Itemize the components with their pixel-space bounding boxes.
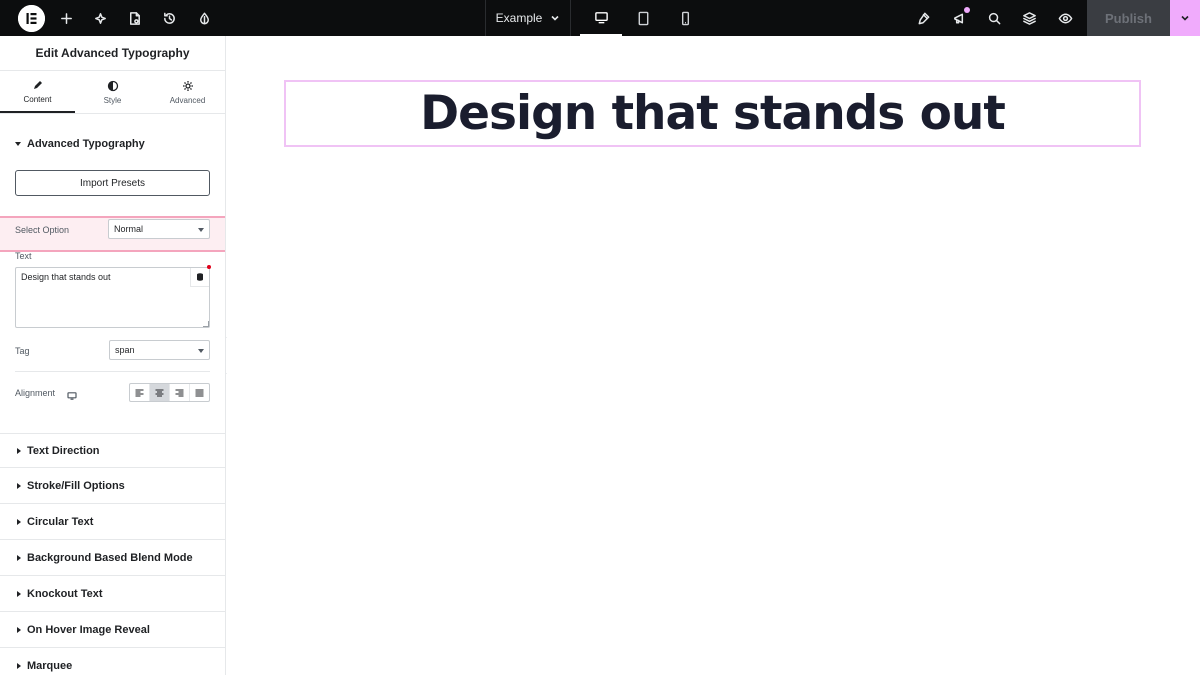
caret-right-icon xyxy=(17,447,21,454)
desktop-icon xyxy=(594,11,608,23)
tablet-icon xyxy=(638,11,648,25)
text-field[interactable] xyxy=(15,267,210,328)
modified-indicator xyxy=(207,265,211,269)
tab-content[interactable]: Content xyxy=(0,71,75,113)
accordion-circular-text[interactable]: Circular Text xyxy=(0,505,225,540)
accordion-label: Circular Text xyxy=(27,516,94,528)
tag-label: Tag xyxy=(15,346,30,356)
selected-heading-widget[interactable]: Design that stands out xyxy=(284,80,1141,147)
tag-dropdown[interactable]: span xyxy=(109,340,210,360)
tab-label: Advanced xyxy=(169,95,206,105)
finder-icon[interactable] xyxy=(905,0,941,36)
top-bar: Example Publish xyxy=(0,0,1200,36)
add-icon[interactable] xyxy=(48,0,84,36)
chevron-down-icon xyxy=(1181,15,1189,21)
preview-canvas: Design that stands out xyxy=(227,36,1200,675)
alignment-control xyxy=(129,383,210,402)
preview-icon[interactable] xyxy=(1047,0,1083,36)
align-right-button[interactable] xyxy=(170,384,190,401)
page-settings-icon[interactable] xyxy=(116,0,152,36)
accordion-label: Marquee xyxy=(27,660,73,672)
caret-right-icon xyxy=(17,663,21,669)
search-icon[interactable] xyxy=(976,0,1012,36)
accordion-stroke-fill-options[interactable]: Stroke/Fill Options xyxy=(0,469,225,504)
database-icon xyxy=(197,273,203,281)
ai-sparkle-icon[interactable] xyxy=(82,0,118,36)
resize-handle[interactable] xyxy=(203,321,209,327)
accordion-background-blend-mode[interactable]: Background Based Blend Mode xyxy=(0,541,225,576)
accordion-text-direction[interactable]: Text Direction xyxy=(0,433,225,468)
accordion-label: Text Direction xyxy=(27,444,100,457)
heading-text: Design that stands out xyxy=(420,86,1006,141)
half-circle-icon xyxy=(107,80,118,91)
import-presets-button[interactable]: Import Presets xyxy=(15,170,210,196)
chevron-down-icon xyxy=(551,15,559,21)
align-center-icon xyxy=(155,388,164,397)
section-advanced-typography[interactable]: Advanced Typography xyxy=(0,126,225,162)
tab-style[interactable]: Style xyxy=(75,71,150,113)
select-option-dropdown[interactable]: Normal xyxy=(108,219,210,239)
notifications-icon[interactable] xyxy=(941,0,977,36)
caret-right-icon xyxy=(17,591,21,597)
caret-down-icon xyxy=(198,228,204,232)
section-title: Advanced Typography xyxy=(27,138,145,150)
mobile-icon xyxy=(681,11,689,25)
select-option-label: Select Option xyxy=(15,225,70,235)
publish-button[interactable]: Publish xyxy=(1087,0,1170,36)
structure-icon[interactable] xyxy=(1011,0,1047,36)
align-justify-icon xyxy=(195,388,204,397)
accordion-on-hover-image-reveal[interactable]: On Hover Image Reveal xyxy=(0,613,225,648)
caret-down-icon xyxy=(198,349,204,353)
accordion-knockout-text[interactable]: Knockout Text xyxy=(0,577,225,612)
desktop-icon[interactable] xyxy=(67,387,77,400)
align-justify-button[interactable] xyxy=(190,384,209,401)
gear-icon xyxy=(182,80,193,91)
page-selector[interactable]: Example xyxy=(486,0,570,36)
tab-label: Content xyxy=(23,94,52,104)
align-left-icon xyxy=(135,388,144,397)
caret-down-icon xyxy=(15,142,21,146)
pencil-icon xyxy=(33,80,42,89)
panel-tabs: Content Style Advanced xyxy=(0,70,225,114)
divider xyxy=(15,371,210,372)
site-settings-icon[interactable] xyxy=(186,0,222,36)
caret-right-icon xyxy=(17,627,21,633)
tablet-device-button[interactable] xyxy=(622,0,664,36)
caret-right-icon xyxy=(17,519,21,525)
panel-title: Edit Advanced Typography xyxy=(35,46,190,60)
alignment-label: Alignment xyxy=(15,388,56,398)
tab-label: Style xyxy=(103,95,122,105)
accordion-label: Stroke/Fill Options xyxy=(27,480,125,492)
editor-panel: Edit Advanced Typography Content Style A… xyxy=(0,36,226,675)
accordion-marquee[interactable]: Marquee xyxy=(0,649,225,675)
desktop-device-button[interactable] xyxy=(580,0,622,36)
select-option-value: Normal xyxy=(114,224,144,234)
publish-options-button[interactable] xyxy=(1170,0,1200,36)
accordion-label: Background Based Blend Mode xyxy=(27,552,193,564)
divider xyxy=(570,0,571,36)
elementor-logo-icon[interactable] xyxy=(18,5,45,32)
caret-right-icon xyxy=(17,483,21,489)
dynamic-tags-button[interactable] xyxy=(190,268,209,287)
align-left-button[interactable] xyxy=(130,384,150,401)
text-label: Text xyxy=(15,251,32,261)
notification-dot xyxy=(964,7,970,13)
tag-value: span xyxy=(115,345,135,355)
align-right-icon xyxy=(175,388,184,397)
accordion-label: On Hover Image Reveal xyxy=(27,624,150,636)
accordion-label: Knockout Text xyxy=(27,588,103,600)
page-name: Example xyxy=(495,11,543,25)
history-icon[interactable] xyxy=(151,0,187,36)
align-center-button[interactable] xyxy=(150,384,170,401)
mobile-device-button[interactable] xyxy=(664,0,706,36)
tab-advanced[interactable]: Advanced xyxy=(150,71,225,113)
caret-right-icon xyxy=(17,555,21,561)
